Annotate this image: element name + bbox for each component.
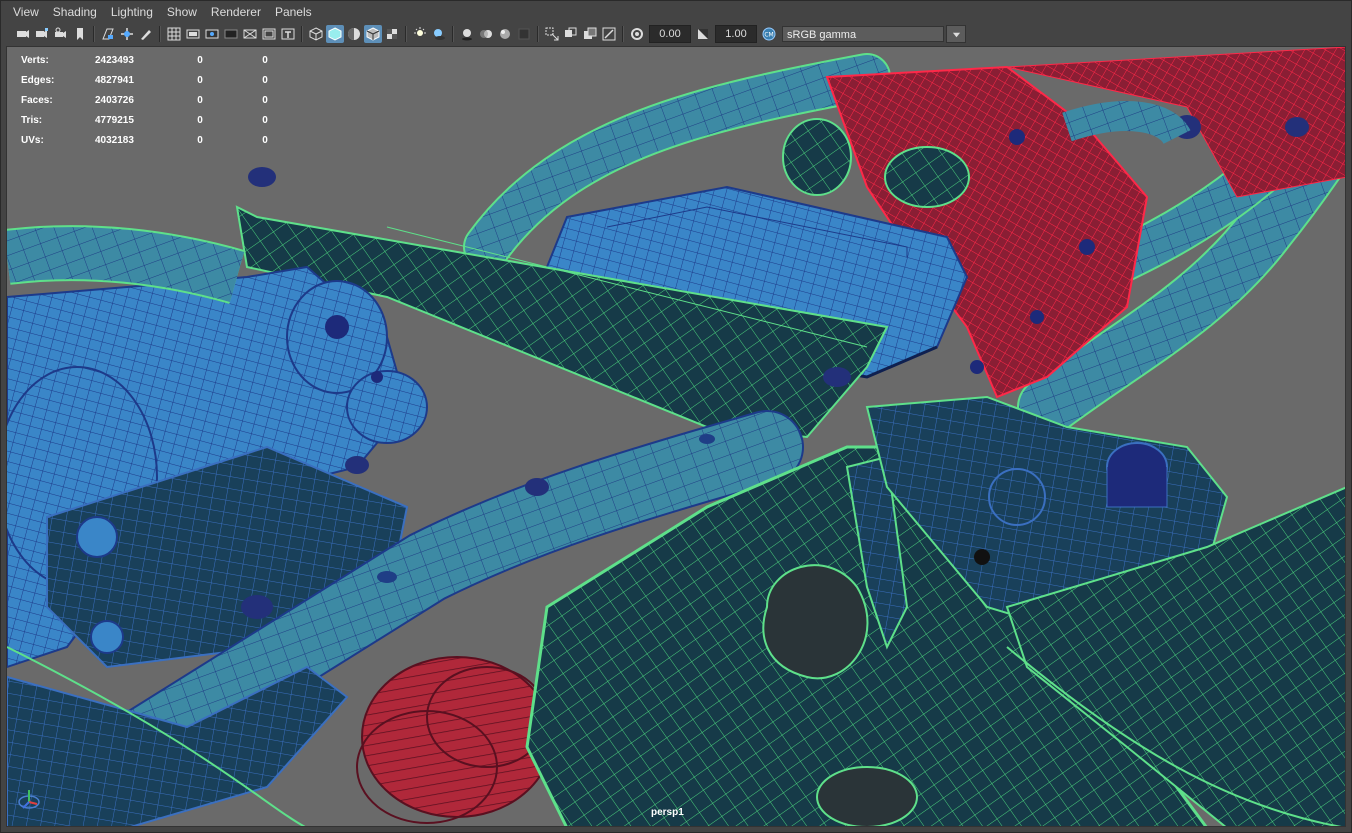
- toolbar-separator: [537, 26, 539, 42]
- hud-label: Tris:: [21, 114, 43, 126]
- 3d-viewport[interactable]: Verts: 2423493 0 0 Edges: 4827941 0 0 Fa…: [6, 46, 1346, 827]
- grease-pencil-icon[interactable]: [137, 25, 155, 43]
- hud-label: UVs:: [21, 134, 44, 146]
- toolbar-separator: [622, 26, 624, 42]
- hud-value-selected: 0: [197, 94, 203, 106]
- exposure-icon[interactable]: [628, 25, 646, 43]
- chevron-down-icon[interactable]: [946, 25, 966, 43]
- hud-value-selected: 0: [197, 54, 203, 66]
- view-axis-icon: [18, 790, 40, 809]
- hud-value-total: 2423493: [95, 54, 134, 66]
- wireframe-icon[interactable]: [307, 25, 325, 43]
- view-transform-icon[interactable]: CM: [760, 25, 778, 43]
- toolbar-separator: [93, 26, 95, 42]
- toolbar-separator: [405, 26, 407, 42]
- exposure-field[interactable]: 0.00: [649, 25, 691, 43]
- xray-active-components-icon[interactable]: [581, 25, 599, 43]
- hud-row-edges: Edges: 4827941 0 0: [21, 70, 295, 90]
- multisample-aa-icon[interactable]: [496, 25, 514, 43]
- gamma-field[interactable]: 1.00: [715, 25, 757, 43]
- isolate-select-icon[interactable]: [543, 25, 561, 43]
- depth-of-field-icon[interactable]: [515, 25, 533, 43]
- menu-renderer[interactable]: Renderer: [204, 0, 268, 23]
- menu-view[interactable]: View: [6, 0, 46, 23]
- poly-count-hud: Verts: 2423493 0 0 Edges: 4827941 0 0 Fa…: [21, 50, 295, 150]
- gate-mask-icon[interactable]: [222, 25, 240, 43]
- motion-blur-icon[interactable]: [477, 25, 495, 43]
- hud-value-component: 0: [262, 114, 268, 126]
- toolbar-separator: [301, 26, 303, 42]
- hud-value-total: 4779215: [95, 114, 134, 126]
- image-plane-icon[interactable]: [99, 25, 117, 43]
- two-d-pan-zoom-icon[interactable]: [118, 25, 136, 43]
- use-all-lights-icon[interactable]: [411, 25, 429, 43]
- camera-lock-icon[interactable]: [52, 25, 70, 43]
- textured-icon[interactable]: [383, 25, 401, 43]
- hud-value-component: 0: [262, 54, 268, 66]
- wireframe-on-shaded-icon[interactable]: [364, 25, 382, 43]
- safe-action-icon[interactable]: [260, 25, 278, 43]
- use-default-material-icon[interactable]: [345, 25, 363, 43]
- shadows-icon[interactable]: [430, 25, 448, 43]
- color-space-dropdown[interactable]: sRGB gamma: [782, 26, 944, 42]
- menu-panels[interactable]: Panels: [268, 0, 319, 23]
- menu-lighting[interactable]: Lighting: [104, 0, 160, 23]
- xray-joints-icon[interactable]: [600, 25, 618, 43]
- hud-row-verts: Verts: 2423493 0 0: [21, 50, 295, 70]
- hud-value-total: 2403726: [95, 94, 134, 106]
- screen-space-ao-icon[interactable]: [458, 25, 476, 43]
- hud-label: Faces:: [21, 94, 53, 106]
- hud-value-selected: 0: [197, 134, 203, 146]
- hud-value-component: 0: [262, 74, 268, 86]
- xray-icon[interactable]: [562, 25, 580, 43]
- field-chart-icon[interactable]: [241, 25, 259, 43]
- mesh-scene: [7, 47, 1345, 826]
- hud-row-tris: Tris: 4779215 0 0: [21, 110, 295, 130]
- camera-attributes-icon[interactable]: [33, 25, 51, 43]
- hud-value-selected: 0: [197, 114, 203, 126]
- grid-icon[interactable]: [165, 25, 183, 43]
- hud-value-total: 4032183: [95, 134, 134, 146]
- safe-title-icon[interactable]: [279, 25, 297, 43]
- camera-select-icon[interactable]: [14, 25, 32, 43]
- gamma-icon[interactable]: [694, 25, 712, 43]
- panel-toolbar: 0.00 1.00 CM sRGB gamma: [0, 23, 1352, 45]
- smooth-shade-icon[interactable]: [326, 25, 344, 43]
- menu-show[interactable]: Show: [160, 0, 204, 23]
- camera-name-label: persp1: [651, 807, 684, 818]
- hud-row-faces: Faces: 2403726 0 0: [21, 90, 295, 110]
- film-gate-icon[interactable]: [184, 25, 202, 43]
- hud-row-uvs: UVs: 4032183 0 0: [21, 130, 295, 150]
- toolbar-separator: [159, 26, 161, 42]
- hud-label: Verts:: [21, 54, 49, 66]
- hud-value-component: 0: [262, 134, 268, 146]
- bookmark-icon[interactable]: [71, 25, 89, 43]
- resolution-gate-icon[interactable]: [203, 25, 221, 43]
- toolbar-separator: [452, 26, 454, 42]
- hud-value-component: 0: [262, 94, 268, 106]
- panel-menubar: View Shading Lighting Show Renderer Pane…: [0, 0, 1352, 23]
- hud-value-total: 4827941: [95, 74, 134, 86]
- hud-label: Edges:: [21, 74, 55, 86]
- svg-text:CM: CM: [764, 32, 773, 39]
- hud-value-selected: 0: [197, 74, 203, 86]
- menu-shading[interactable]: Shading: [46, 0, 104, 23]
- maya-viewport-panel: View Shading Lighting Show Renderer Pane…: [0, 0, 1352, 833]
